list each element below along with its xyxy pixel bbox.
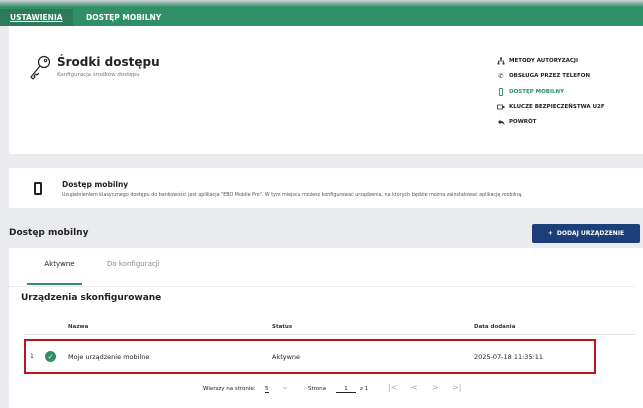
key-icon bbox=[30, 55, 51, 80]
prev-page-icon[interactable]: < bbox=[411, 383, 418, 392]
menu-item-klucze-u2f[interactable]: KLUCZE BEZPIECZEŃSTWA U2F bbox=[497, 102, 605, 112]
page-input[interactable]: 1 bbox=[336, 386, 356, 393]
tab-ustawienia[interactable]: USTAWIENIA bbox=[0, 9, 73, 26]
active-tab-indicator bbox=[27, 283, 82, 285]
header-divider bbox=[24, 334, 636, 335]
menu-label: OBSŁUGA PRZEZ TELEFON bbox=[509, 73, 591, 79]
menu-item-metody-autoryzacji[interactable]: METODY AUTORYZACJI bbox=[497, 56, 578, 66]
plus-icon: + bbox=[547, 230, 553, 237]
column-header-date: Data dodania bbox=[474, 324, 516, 330]
mobile-icon bbox=[497, 88, 505, 96]
menu-label: POWRÓT bbox=[509, 119, 537, 125]
info-title: Dostęp mobilny bbox=[62, 180, 129, 189]
page-title: Środki dostępu bbox=[57, 55, 160, 69]
page-subtitle: Konfiguracja środków dostępu bbox=[57, 72, 140, 78]
check-icon: ✓ bbox=[45, 351, 56, 362]
add-device-button[interactable]: + DODAJ URZĄDZENIE bbox=[532, 224, 640, 243]
pagination: Wierszy na stronie: 5 ⌵ Strona 1 z 1 |< … bbox=[0, 383, 643, 398]
menu-label: KLUCZE BEZPIECZEŃSTWA U2F bbox=[509, 104, 605, 110]
first-page-icon[interactable]: |< bbox=[388, 383, 397, 392]
back-arrow-icon bbox=[497, 118, 505, 126]
column-header-status: Status bbox=[272, 324, 293, 330]
device-name: Moje urządzenie mobilne bbox=[68, 353, 150, 361]
tab-dostep-mobilny[interactable]: DOSTĘP MOBILNY bbox=[76, 9, 171, 26]
phone-handset-icon: ✆ bbox=[498, 72, 504, 80]
usb-key-icon bbox=[497, 103, 505, 111]
menu-label: DOSTĘP MOBILNY bbox=[509, 89, 565, 95]
rows-per-page-select[interactable]: 5 bbox=[265, 386, 269, 393]
menu-item-dostep-mobilny[interactable]: DOSTĘP MOBILNY bbox=[497, 87, 564, 97]
page-label: Strona bbox=[308, 386, 327, 392]
tabs-divider bbox=[9, 286, 635, 287]
smartphone-icon bbox=[34, 182, 42, 195]
menu-item-obsluga-przez-telefon[interactable]: ✆ OBSŁUGA PRZEZ TELEFON bbox=[497, 71, 590, 81]
chevron-down-icon[interactable]: ⌵ bbox=[283, 385, 287, 392]
hierarchy-icon bbox=[497, 57, 505, 65]
menu-label: METODY AUTORYZACJI bbox=[509, 58, 578, 64]
tab-do-konfiguracji[interactable]: Do konfiguracji bbox=[107, 260, 160, 268]
device-status: Aktywne bbox=[272, 353, 301, 361]
info-description: Uzupełnieniem klasycznego dostępu do ban… bbox=[62, 193, 523, 198]
tab-aktywne[interactable]: Aktywne bbox=[32, 260, 87, 268]
column-header-name: Nazwa bbox=[68, 324, 89, 330]
last-page-icon[interactable]: >| bbox=[452, 383, 461, 392]
tabs-row: Aktywne Do konfiguracji bbox=[9, 248, 643, 286]
device-date: 2025-07-18 11:35:11 bbox=[474, 353, 544, 361]
menu-item-powrot[interactable]: POWRÓT bbox=[497, 117, 536, 127]
table-row[interactable]: 1 ✓ Moje urządzenie mobilne Aktywne 2025… bbox=[24, 339, 596, 374]
devices-title: Urządzenia skonfigurowane bbox=[21, 293, 162, 303]
add-device-label: DODAJ URZĄDZENIE bbox=[556, 230, 625, 237]
page-count: z 1 bbox=[360, 386, 369, 392]
top-nav-bar: USTAWIENIA DOSTĘP MOBILNY bbox=[0, 0, 643, 26]
section-title: Dostęp mobilny bbox=[9, 228, 89, 238]
top-shade bbox=[0, 0, 643, 7]
row-index: 1 bbox=[30, 353, 34, 360]
rows-per-page-label: Wierszy na stronie: bbox=[203, 386, 256, 392]
info-card: Dostęp mobilny Uzupełnieniem klasycznego… bbox=[9, 168, 643, 208]
next-page-icon[interactable]: > bbox=[432, 383, 439, 392]
